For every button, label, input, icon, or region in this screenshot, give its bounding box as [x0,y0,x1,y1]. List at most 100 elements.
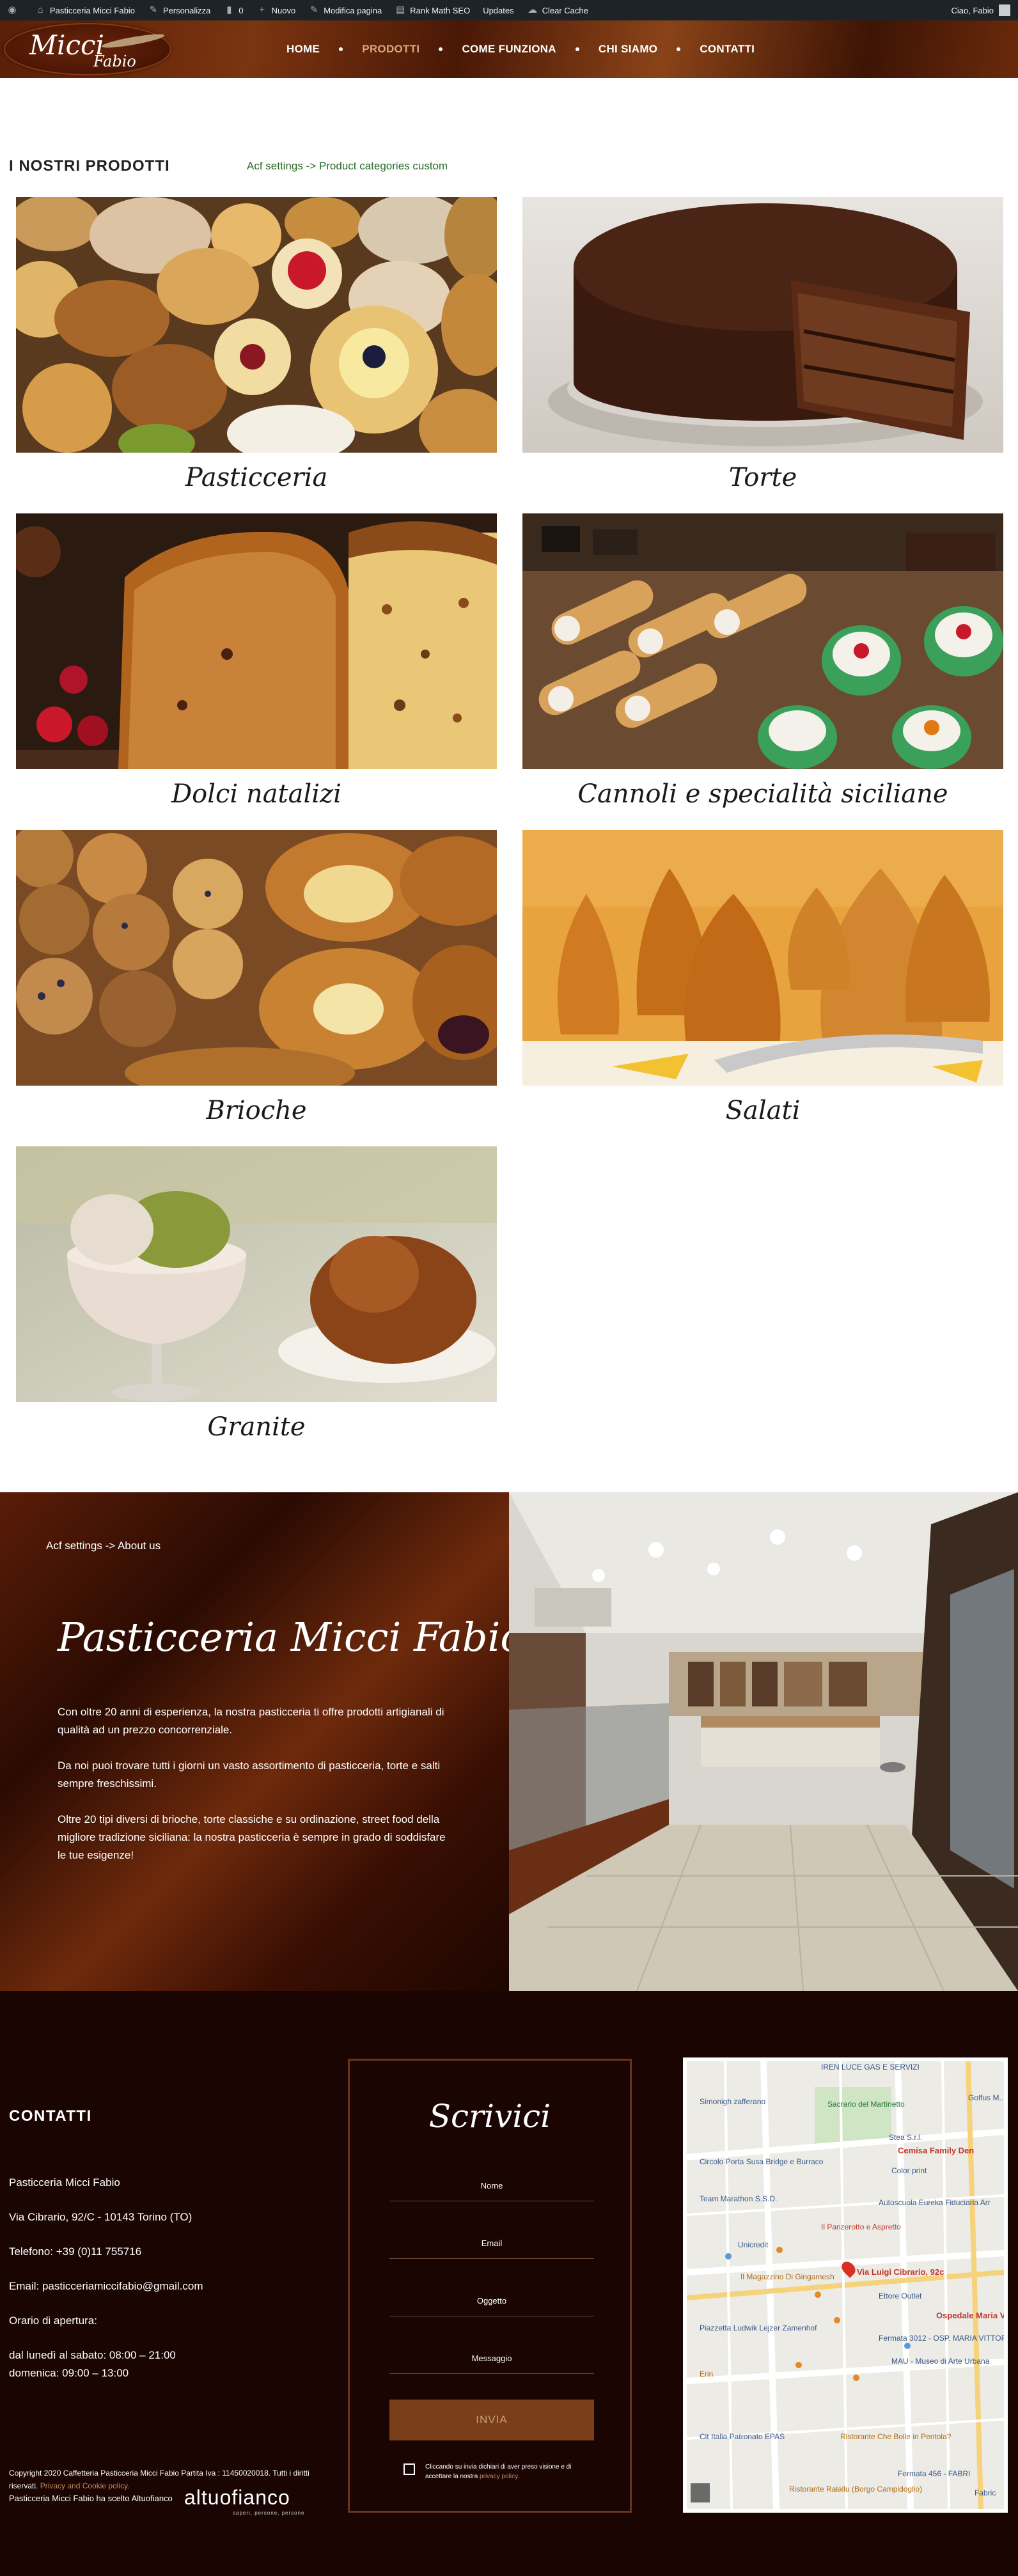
product-card-pasticceria[interactable]: Pasticceria [16,197,497,492]
subject-field[interactable]: Oggetto [389,2291,594,2316]
privacy-policy-link[interactable]: Privacy and Cookie policy. [40,2481,130,2490]
nav-contatti[interactable]: CONTATTI [700,43,755,56]
contacts-hours-week: dal lunedì al sabato: 08:00 – 21:00 [9,2349,176,2361]
form-title: Scrivici [428,2098,551,2135]
about-section: Acf settings -> About us Pasticceria Mic… [0,1492,509,1991]
map-label: Ettore Outlet [879,2291,922,2300]
nav-separator [677,47,681,51]
wordpress-logo-icon[interactable]: ◉ [0,0,28,20]
submit-button[interactable]: INVIA [389,2400,594,2440]
admin-account[interactable]: Ciao, Fabio [951,0,1010,20]
map-poi-icon [776,2247,783,2253]
product-name[interactable]: Pasticceria [16,463,497,492]
consent-privacy-link[interactable]: privacy policy. [480,2473,519,2480]
product-card-dolci-natalizi[interactable]: Dolci natalizi [16,513,497,809]
map-poi-icon [795,2362,802,2368]
cache-icon: ☁ [528,4,538,15]
message-placeholder: Messaggio [471,2354,512,2363]
nav-chi-siamo[interactable]: CHI SIAMO [599,43,657,56]
contacts-hours-sunday: domenica: 09:00 – 13:00 [9,2367,129,2379]
map-poi-icon [853,2375,859,2381]
map-poi-icon [834,2317,840,2323]
about-acf-note: Acf settings -> About us [46,1540,161,1552]
map-label: Autoscuola Eureka Fiduciaria Arr [879,2198,991,2207]
name-field[interactable]: Nome [389,2176,594,2201]
contacts-email[interactable]: Email: pasticceriamiccifabio@gmail.com [9,2280,203,2293]
product-name[interactable]: Torte [522,463,1003,492]
about-title: Pasticceria Micci Fabio [58,1614,509,1660]
page: ◉ ⌂ Pasticceria Micci Fabio ✎ Personalizza… [0,0,1018,2576]
product-card-granite[interactable]: Granite [16,1146,497,1442]
map-label: Il Panzerotto e Aspretto [821,2222,901,2231]
email-field[interactable]: Email [389,2233,594,2259]
pencil-icon: ✎ [309,4,318,15]
products-acf-note: Acf settings -> Product categories custo… [247,160,448,172]
admin-new-link[interactable]: + Nuovo [250,0,302,20]
nav-come-funziona[interactable]: COME FUNZIONA [462,43,556,56]
map-label: Erin [700,2369,714,2378]
map-label: Ristorante Che Bolle in Pentola? [840,2432,951,2441]
cannoli-image[interactable] [522,513,1003,769]
map-label: Fermata 3012 - OSP. MARIA VITTORIA [879,2334,1008,2343]
google-map[interactable]: IREN LUCE GAS E SERVIZI Simonigh zaffera… [683,2057,1008,2513]
product-card-cannoli[interactable]: Cannoli e specialità siciliane [522,513,1003,809]
nav-separator [439,47,443,51]
nav-separator [575,47,579,51]
map-label: Fermata 456 - FABRI [898,2469,971,2478]
map-label: MAU - Museo di Arte Urbana [891,2357,990,2366]
site-logo[interactable]: Micci Fabio [4,23,171,75]
products-title: I NOSTRI PRODOTTI [9,157,170,175]
site-footer: CONTATTI Pasticceria Micci Fabio Via Cib… [0,1991,1018,2576]
panettone-image[interactable] [16,513,497,769]
altuofianco-tagline: saperi, persone, persone [233,2510,305,2516]
pastry-tray-image[interactable] [16,197,497,453]
granita-image[interactable] [16,1146,497,1402]
home-icon: ⌂ [37,4,43,15]
admin-clear-cache-link[interactable]: ☁ Clear Cache [521,0,595,20]
contacts-phone[interactable]: Telefono: +39 (0)11 755716 [9,2245,141,2258]
admin-comments-link[interactable]: ▮ 0 [217,0,249,20]
about-paragraph: Oltre 20 tipi diversi di brioche, torte … [58,1813,446,1861]
about-paragraph: Con oltre 20 anni di esperienza, la nost… [58,1706,444,1736]
admin-customize-link[interactable]: ✎ Personalizza [141,0,217,20]
name-placeholder: Nome [480,2181,503,2190]
product-name[interactable]: Salati [522,1096,1003,1125]
nav-home[interactable]: HOME [286,43,320,56]
map-label: Sacrario del Martinetto [827,2100,905,2109]
map-label: Ospedale Maria Vi [936,2311,1008,2320]
product-name[interactable]: Cannoli e specialità siciliane [522,779,1003,809]
altuofianco-logo[interactable]: altuofianco [184,2486,290,2510]
map-label: Cemisa Family Den [898,2146,975,2155]
plus-icon: + [259,4,265,15]
map-label: Il Magazzino Di Gingamesh [740,2272,834,2281]
map-label: IREN LUCE GAS E SERVIZI [821,2063,920,2072]
map-poi-icon [815,2291,821,2298]
map-location-label: Via Luigi Cibrario, 92c [857,2267,944,2277]
product-name[interactable]: Brioche [16,1096,497,1125]
product-name[interactable]: Granite [16,1412,497,1442]
admin-edit-page-link[interactable]: ✎ Modifica pagina [302,0,388,20]
contacts-name: Pasticceria Micci Fabio [9,2176,120,2189]
product-card-salati[interactable]: Salati [522,830,1003,1125]
arancini-image[interactable] [522,830,1003,1086]
product-card-torte[interactable]: Torte [522,197,1003,492]
chocolate-cake-image[interactable] [522,197,1003,453]
product-card-brioche[interactable]: Brioche [16,830,497,1125]
map-label: Simonigh zafferano [700,2097,766,2106]
product-name[interactable]: Dolci natalizi [16,779,497,809]
privacy-consent-checkbox[interactable] [403,2463,415,2475]
nav-prodotti[interactable]: PRODOTTI [362,43,419,56]
shop-interior-image [509,1492,1018,1991]
admin-seo-link[interactable]: ▤ Rank Math SEO [388,0,476,20]
map-poi-icon [725,2253,732,2260]
admin-site-link[interactable]: ⌂ Pasticceria Micci Fabio [28,0,141,20]
brioche-image[interactable] [16,830,497,1086]
map-label: Piazzetta Ludwik Lejzer Zamenhof [700,2323,817,2332]
map-label: Fabric [975,2488,996,2497]
map-poi-icon [904,2343,911,2349]
message-field[interactable]: Messaggio [389,2348,594,2374]
logo-swoosh [100,31,166,51]
map-label: Cit Italia Patronato EPAS [700,2432,785,2441]
brush-icon: ✎ [149,4,158,15]
admin-updates-link[interactable]: Updates [476,0,520,20]
